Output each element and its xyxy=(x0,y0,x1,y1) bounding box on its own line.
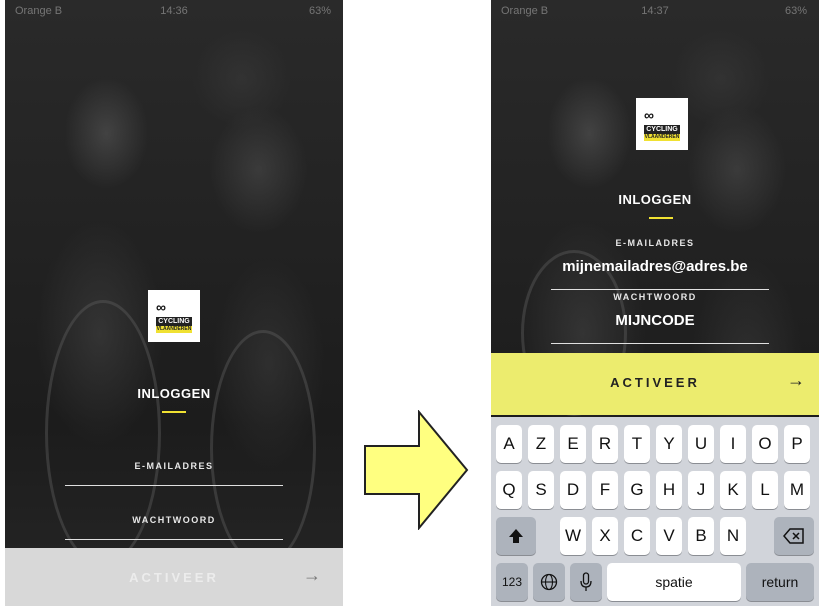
key[interactable]: A xyxy=(496,425,522,463)
status-bar: Orange B 14:37 63% xyxy=(491,0,819,20)
password-field-underline xyxy=(551,343,769,344)
key[interactable]: Q xyxy=(496,471,522,509)
bike-wheel-shape xyxy=(210,330,316,566)
email-field[interactable]: mijnemailadres@adres.be xyxy=(491,258,819,275)
cycling-vlaanderen-logo: ∞ CYCLING VLAANDEREN xyxy=(148,290,200,342)
logo-line-1: CYCLING xyxy=(644,125,680,134)
key[interactable]: T xyxy=(624,425,650,463)
space-key[interactable]: spatie xyxy=(607,563,741,601)
infinity-icon: ∞ xyxy=(644,107,654,123)
clock: 14:36 xyxy=(160,5,188,17)
email-field-label: E-MAILADRES xyxy=(615,238,695,248)
email-field[interactable] xyxy=(65,485,283,486)
backspace-icon xyxy=(783,528,804,544)
password-field[interactable]: MIJNCODE xyxy=(491,312,819,329)
clock: 14:37 xyxy=(641,5,669,17)
infinity-icon: ∞ xyxy=(156,299,166,315)
transition-arrow-icon xyxy=(364,410,469,530)
battery-level: 63% xyxy=(308,5,331,17)
key[interactable]: F xyxy=(592,471,618,509)
key[interactable]: W xyxy=(560,517,586,555)
onscreen-keyboard: A Z E R T Y U I O P Q S D F G H J K L M … xyxy=(491,417,819,606)
page-title: INLOGGEN xyxy=(618,192,692,207)
key[interactable]: E xyxy=(560,425,586,463)
arrow-right-icon: → xyxy=(303,565,321,585)
key[interactable]: V xyxy=(656,517,682,555)
microphone-key[interactable] xyxy=(570,563,602,601)
key[interactable]: S xyxy=(528,471,554,509)
globe-icon xyxy=(540,573,558,591)
backspace-key[interactable] xyxy=(774,517,814,555)
key[interactable]: B xyxy=(688,517,714,555)
key[interactable]: I xyxy=(720,425,746,463)
battery-level: 63% xyxy=(784,5,807,17)
phone-screen-before: Orange B 14:36 63% ∞ CYCLING VLAANDEREN … xyxy=(5,0,343,606)
globe-key[interactable] xyxy=(533,563,565,601)
key[interactable]: M xyxy=(784,471,810,509)
key[interactable]: Y xyxy=(656,425,682,463)
email-field-label: E-MAILADRES xyxy=(134,461,214,471)
title-underline xyxy=(649,217,673,219)
page-title: INLOGGEN xyxy=(137,386,211,401)
return-key[interactable]: return xyxy=(746,563,814,601)
activate-button[interactable]: ACTIVEER → xyxy=(491,353,819,415)
key[interactable]: X xyxy=(592,517,618,555)
key[interactable]: O xyxy=(752,425,778,463)
phone-screen-after: Orange B 14:37 63% ∞ CYCLING VLAANDEREN … xyxy=(491,0,819,606)
microphone-icon xyxy=(580,572,592,591)
logo-line-1: CYCLING xyxy=(156,317,192,326)
key[interactable]: L xyxy=(752,471,778,509)
email-field-underline xyxy=(551,289,769,290)
shift-key[interactable] xyxy=(496,517,536,555)
key[interactable]: Z xyxy=(528,425,554,463)
key[interactable]: H xyxy=(656,471,682,509)
password-field-label: WACHTWOORD xyxy=(132,515,216,525)
password-field[interactable] xyxy=(65,539,283,540)
cycling-vlaanderen-logo: ∞ CYCLING VLAANDEREN xyxy=(636,98,688,150)
shift-icon xyxy=(509,529,523,543)
key[interactable]: U xyxy=(688,425,714,463)
key[interactable]: N xyxy=(720,517,746,555)
arrow-right-icon: → xyxy=(787,370,805,390)
key[interactable]: C xyxy=(624,517,650,555)
numbers-key[interactable]: 123 xyxy=(496,563,528,601)
activate-button-label: ACTIVEER xyxy=(129,570,219,585)
logo-line-2: VLAANDEREN xyxy=(644,134,680,141)
key[interactable]: P xyxy=(784,425,810,463)
activate-button-disabled[interactable]: ACTIVEER → xyxy=(5,548,343,606)
title-underline xyxy=(162,411,186,413)
key[interactable]: G xyxy=(624,471,650,509)
key[interactable]: D xyxy=(560,471,586,509)
logo-line-2: VLAANDEREN xyxy=(156,326,192,333)
bike-wheel-shape xyxy=(45,300,161,566)
key[interactable]: R xyxy=(592,425,618,463)
status-bar: Orange B 14:36 63% xyxy=(5,0,343,20)
activate-button-label: ACTIVEER xyxy=(610,375,700,390)
key[interactable]: J xyxy=(688,471,714,509)
password-field-label: WACHTWOORD xyxy=(613,292,697,302)
key[interactable]: K xyxy=(720,471,746,509)
